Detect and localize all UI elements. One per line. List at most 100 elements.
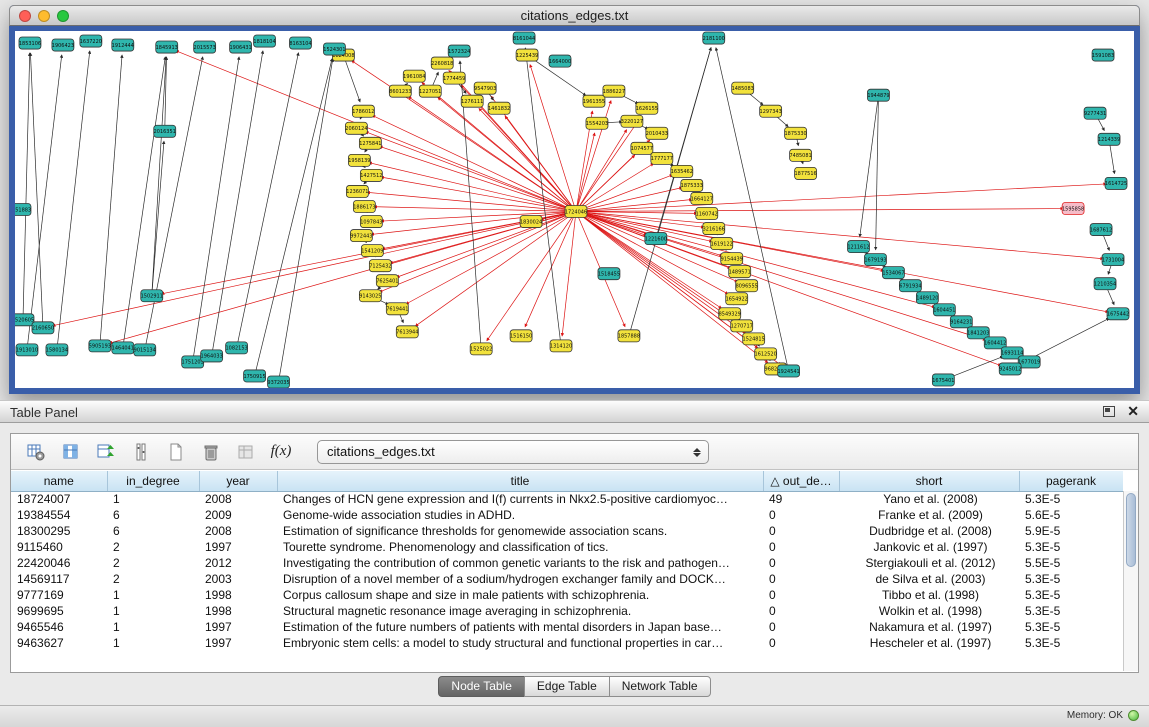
table-cell[interactable]: 22420046 — [11, 555, 107, 571]
graph-node[interactable]: 1886173 — [353, 200, 375, 212]
table-cell[interactable]: Yano et al. (2008) — [839, 491, 1019, 507]
table-cell[interactable]: 0 — [763, 603, 839, 619]
table-cell[interactable]: 9699695 — [11, 603, 107, 619]
graph-node[interactable]: 1461832 — [488, 102, 510, 114]
graph-node[interactable]: 1626155 — [636, 102, 658, 114]
window-titlebar[interactable]: citations_edges.txt — [9, 5, 1140, 26]
table-row[interactable]: 1872400712008Changes of HCN gene express… — [11, 491, 1123, 507]
graph-node[interactable]: 1525022 — [470, 343, 492, 355]
table-cell[interactable]: 1998 — [199, 603, 277, 619]
column-header[interactable]: name — [11, 471, 107, 491]
table-cell[interactable]: 2 — [107, 555, 199, 571]
table-cell[interactable]: Estimation of the future numbers of pati… — [277, 619, 763, 635]
tab-node-table[interactable]: Node Table — [438, 676, 525, 697]
graph-node[interactable]: 1818104 — [253, 35, 275, 47]
table-options-button[interactable] — [25, 441, 47, 463]
table-cell[interactable]: 5.9E-5 — [1019, 523, 1123, 539]
graph-node[interactable]: 5905193 — [89, 340, 111, 352]
table-cell[interactable]: 1 — [107, 635, 199, 651]
graph-node[interactable]: 1524815 — [743, 333, 765, 345]
table-cell[interactable]: Wolkin et al. (1998) — [839, 603, 1019, 619]
table-cell[interactable]: Stergiakouli et al. (2012) — [839, 555, 1019, 571]
graph-node[interactable]: 1612520 — [755, 348, 777, 360]
graph-node[interactable]: 1211612 — [847, 241, 869, 253]
table-cell[interactable]: Changes of HCN gene expression and I(f) … — [277, 491, 763, 507]
graph-node[interactable]: 1875333 — [681, 179, 703, 191]
graph-node[interactable]: 1074577 — [631, 142, 653, 154]
table-cell[interactable]: Tourette syndrome. Phenomenology and cla… — [277, 539, 763, 555]
graph-node[interactable]: 1275841 — [359, 137, 381, 149]
graph-node[interactable]: 9972443 — [350, 230, 372, 242]
graph-node[interactable]: 1614725 — [1105, 177, 1127, 189]
zoom-button[interactable] — [57, 10, 69, 22]
column-header[interactable]: △ out_de… — [763, 471, 839, 491]
graph-node[interactable]: 1679193 — [864, 254, 886, 266]
graph-node[interactable]: 1518455 — [598, 268, 620, 280]
table-cell[interactable]: Embryonic stem cells: a model to study s… — [277, 635, 763, 651]
graph-node[interactable]: 2181100 — [703, 32, 725, 44]
new-file-button[interactable] — [165, 441, 187, 463]
graph-node[interactable]: 1654922 — [726, 293, 748, 305]
graph-node[interactable]: 1913010 — [16, 344, 38, 356]
graph-node[interactable]: 1489571 — [729, 266, 751, 278]
graph-node[interactable]: 1830024 — [520, 216, 542, 228]
graph-node[interactable]: 7625401 — [376, 275, 398, 287]
graph-node[interactable]: 1572324 — [448, 45, 470, 57]
column-header[interactable]: pagerank — [1019, 471, 1123, 491]
table-cell[interactable]: 2 — [107, 571, 199, 587]
graph-node[interactable]: 1236071 — [346, 185, 368, 197]
function-builder-button[interactable]: f(x) — [270, 441, 292, 463]
graph-node[interactable]: 1580134 — [46, 344, 68, 356]
graph-node[interactable]: 1664127 — [691, 192, 713, 204]
graph-node[interactable]: 2060124 — [345, 122, 367, 134]
table-cell[interactable]: Investigating the contribution of common… — [277, 555, 763, 571]
graph-node[interactable]: 1906423 — [52, 39, 74, 51]
graph-node[interactable]: 1675401 — [932, 374, 954, 386]
table-cell[interactable]: 5.3E-5 — [1019, 539, 1123, 555]
table-row[interactable]: 2242004622012Investigating the contribut… — [11, 555, 1123, 571]
table-cell[interactable]: Disruption of a novel member of a sodium… — [277, 571, 763, 587]
graph-node[interactable]: 1853106 — [19, 37, 41, 49]
graph-node[interactable]: 1875330 — [784, 127, 806, 139]
row-options-button[interactable] — [130, 441, 152, 463]
table-cell[interactable]: 0 — [763, 539, 839, 555]
graph-node[interactable]: 7619441 — [386, 303, 408, 315]
graph-node[interactable]: 8549329 — [719, 308, 741, 320]
table-cell[interactable]: Nakamura et al. (1997) — [839, 619, 1019, 635]
graph-node[interactable]: 7125432 — [369, 260, 391, 272]
column-header[interactable]: title — [277, 471, 763, 491]
graph-node[interactable]: 1845913 — [156, 41, 178, 53]
table-cell[interactable]: 5.3E-5 — [1019, 603, 1123, 619]
graph-node[interactable]: 1227051 — [419, 85, 441, 97]
table-scrollbar-thumb[interactable] — [1126, 493, 1136, 567]
graph-node[interactable]: 9277431 — [1084, 107, 1106, 119]
graph-node[interactable]: 1160742 — [696, 207, 718, 219]
graph-node[interactable]: 1961355 — [583, 95, 605, 107]
table-cell[interactable]: 6 — [107, 523, 199, 539]
graph-node[interactable]: 1097843 — [360, 216, 382, 228]
table-cell[interactable]: 2009 — [199, 507, 277, 523]
table-cell[interactable]: Franke et al. (2009) — [839, 507, 1019, 523]
table-cell[interactable]: Tibbo et al. (1998) — [839, 587, 1019, 603]
graph-node[interactable]: 9143025 — [359, 290, 381, 302]
table-cell[interactable]: Structural magnetic resonance image aver… — [277, 603, 763, 619]
graph-node[interactable]: 1541209 — [361, 245, 383, 257]
table-cell[interactable]: 5.5E-5 — [1019, 555, 1123, 571]
table-cell[interactable]: Corpus callosum shape and size in male p… — [277, 587, 763, 603]
table-cell[interactable]: 0 — [763, 523, 839, 539]
table-cell[interactable]: Jankovic et al. (1997) — [839, 539, 1019, 555]
graph-node[interactable]: 1489120 — [916, 292, 938, 304]
graph-node[interactable]: 9154439 — [721, 253, 743, 265]
graph-node[interactable]: 9547903 — [474, 82, 496, 94]
table-cell[interactable]: 2008 — [199, 523, 277, 539]
graph-node[interactable]: 1595858 — [1062, 202, 1084, 214]
float-panel-icon[interactable] — [1103, 406, 1115, 417]
graph-node[interactable]: 1502911 — [141, 290, 163, 302]
table-cell[interactable]: 1997 — [199, 635, 277, 651]
close-panel-icon[interactable]: ✕ — [1127, 404, 1139, 418]
table-row[interactable]: 946362711997Embryonic stem cells: a mode… — [11, 635, 1123, 651]
graph-node[interactable]: 1520605 — [15, 314, 34, 326]
graph-node[interactable]: 1314120 — [550, 340, 572, 352]
table-cell[interactable]: Dudbridge et al. (2008) — [839, 523, 1019, 539]
graph-node[interactable]: 8096555 — [736, 280, 758, 292]
